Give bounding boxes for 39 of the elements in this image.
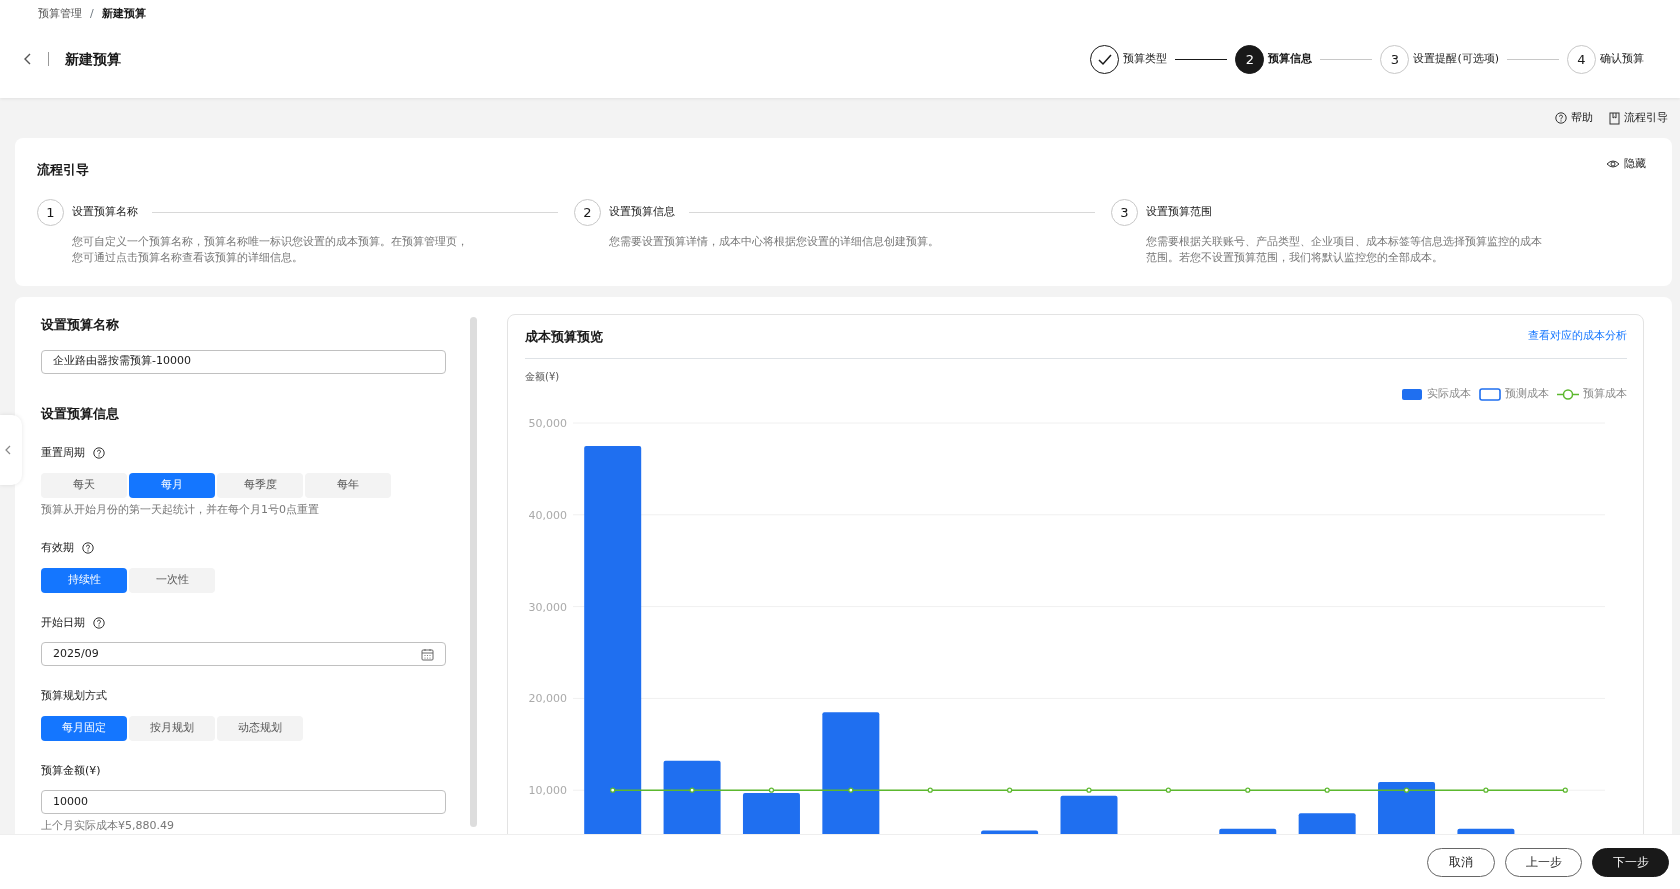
- section-title: 设置预算信息: [41, 404, 120, 423]
- step-title: 设置预算名称: [72, 204, 138, 221]
- step-title: 设置预算信息: [609, 204, 675, 221]
- field-label: 预算金额(¥): [41, 762, 101, 779]
- axis-label: 金额(¥): [525, 370, 561, 384]
- breadcrumb-separator: /: [90, 6, 94, 22]
- step-label: 设置提醒(可选项): [1413, 50, 1499, 67]
- step-indicator: 3: [1380, 44, 1410, 74]
- step-description: 您可自定义一个预算名称，预算名称唯一标识您设置的成本预算。在预算管理页，您可通过点击预算名称查看该预算的详细信息。: [72, 234, 469, 266]
- tick-label: 10,000: [528, 783, 567, 797]
- tick-label: 50,000: [528, 416, 567, 430]
- page-title: 新建预算: [65, 49, 121, 69]
- section-title: 设置预算名称: [41, 316, 120, 334]
- breadcrumb-item: 新建预算: [101, 6, 146, 22]
- legend-label: 实际成本: [1427, 386, 1471, 402]
- step-indicator: 2: [1235, 44, 1265, 74]
- tick-label: 40,000: [528, 508, 567, 522]
- step-label: 预算类型: [1123, 50, 1168, 67]
- panel-title: 流程引导: [37, 160, 89, 179]
- step-title: 设置预算范围: [1146, 204, 1212, 221]
- legend-label: 预测成本: [1505, 386, 1549, 402]
- step-number: 1: [37, 199, 64, 226]
- chart-title: 成本预算预览: [525, 327, 603, 346]
- step-description: 您需要根据关联账号、产品类型、企业项目、成本标签等信息选择预算监控的成本范围。若您不设置预算范围，我们将默认监控您的全部成本。: [1146, 234, 1543, 266]
- hint-text: 预算从开始月份的第一天起统计，并在每个月1号0点重置: [41, 501, 320, 518]
- step-description: 您需要设置预算详情，成本中心将根据您设置的详细信息创建预算。: [609, 234, 940, 250]
- step-label: 确认预算: [1600, 50, 1644, 67]
- field-label: 重置周期: [41, 445, 85, 461]
- legend-label: 预算成本: [1583, 386, 1627, 402]
- step-label: 预算信息: [1268, 50, 1313, 67]
- step-number: 3: [1111, 199, 1138, 226]
- step-number: 2: [574, 199, 601, 226]
- tick-label: 20,000: [528, 691, 567, 705]
- hint-text: 上个月实际成本¥5,880.49: [41, 818, 175, 834]
- field-label: 预算规划方式: [41, 688, 107, 704]
- tick-label: 30,000: [528, 600, 567, 614]
- step-indicator: 4: [1567, 44, 1596, 74]
- field-label: 有效期: [41, 540, 74, 556]
- field-label: 开始日期: [41, 614, 85, 631]
